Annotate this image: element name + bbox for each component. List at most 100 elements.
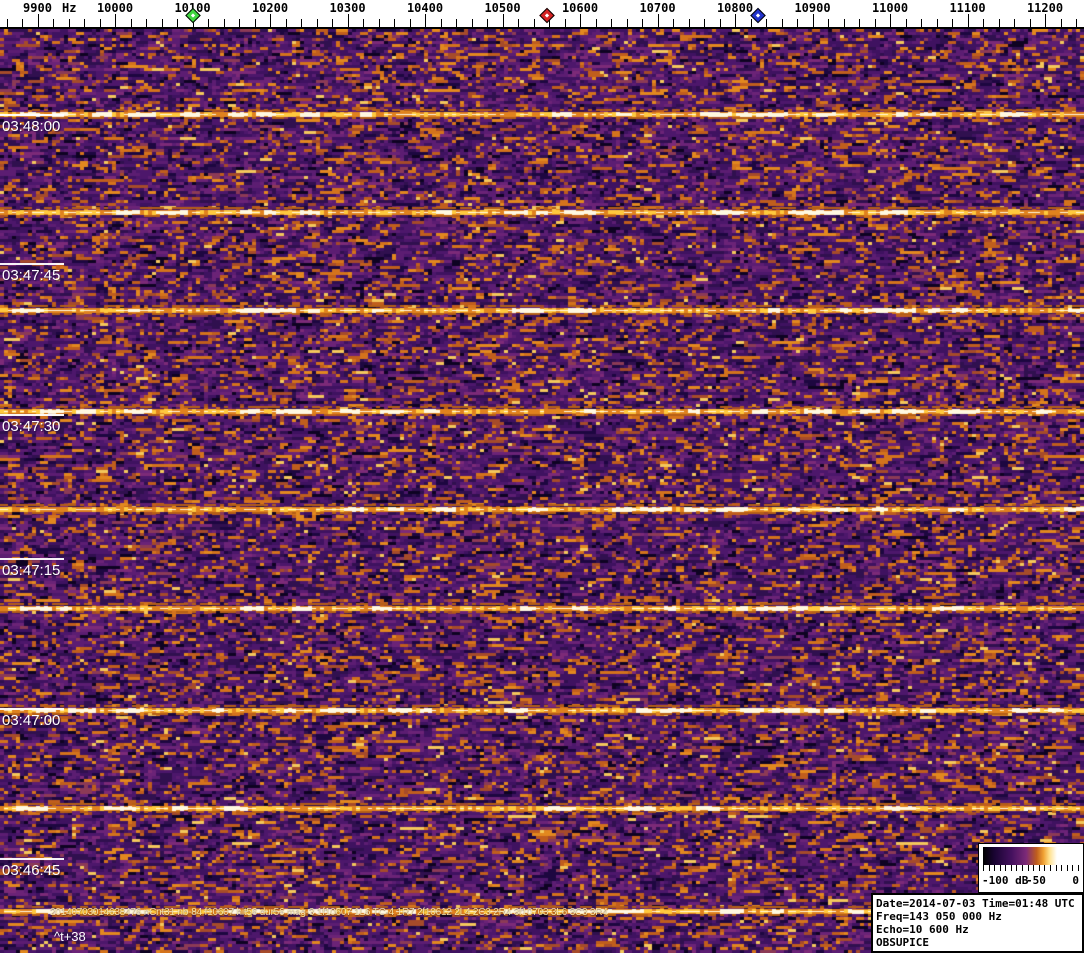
freq-label: 10500	[484, 1, 521, 15]
freq-tick	[1014, 19, 1015, 27]
freq-tick	[1045, 14, 1046, 27]
freq-tick	[410, 19, 411, 27]
freq-tick	[301, 19, 302, 27]
freq-tick	[394, 19, 395, 27]
freq-tick	[952, 19, 953, 27]
color-gradient-bar	[983, 847, 1079, 865]
freq-label: 9900	[23, 1, 52, 15]
freq-tick	[472, 19, 473, 27]
freq-tick	[503, 14, 504, 27]
legend-tick	[1061, 865, 1063, 871]
legend-tick	[999, 865, 1001, 871]
freq-tick	[720, 19, 721, 27]
freq-tick	[131, 19, 132, 27]
freq-tick	[177, 19, 178, 27]
freq-tick	[766, 19, 767, 27]
legend-label-max: 0	[1072, 874, 1079, 887]
freq-label: 10300	[329, 1, 366, 15]
freq-tick	[7, 19, 8, 27]
freq-unit-label: Hz	[62, 1, 77, 15]
freq-tick	[84, 19, 85, 27]
legend-tick	[1077, 865, 1079, 871]
legend-tick	[1066, 865, 1068, 871]
freq-tick	[115, 14, 116, 27]
legend-tick	[1055, 865, 1057, 871]
legend-tick	[1038, 865, 1040, 871]
freq-label: 11100	[949, 1, 986, 15]
freq-tick	[38, 14, 39, 27]
frequency-ruler: 9900100001010010200103001040010500106001…	[0, 0, 1084, 29]
freq-tick	[1061, 19, 1062, 27]
legend-tick	[1044, 865, 1046, 871]
legend-tick	[1022, 865, 1024, 871]
freq-tick	[689, 19, 690, 27]
freq-tick	[937, 19, 938, 27]
freq-tick	[224, 19, 225, 27]
freq-tick	[317, 19, 318, 27]
marker-center-dot	[190, 13, 195, 18]
freq-tick	[565, 19, 566, 27]
freq-label: 10600	[561, 1, 599, 15]
freq-tick	[456, 19, 457, 27]
freq-tick	[782, 19, 783, 27]
legend-tick	[1049, 865, 1051, 871]
freq-tick	[735, 14, 736, 27]
freq-tick	[255, 19, 256, 27]
freq-tick	[1030, 19, 1031, 27]
legend-tick	[983, 865, 984, 871]
freq-tick	[518, 19, 519, 27]
info-station-line: OBSUPICE	[876, 936, 929, 949]
spectrogram-app: 9900100001010010200103001040010500106001…	[0, 0, 1084, 953]
freq-label: 10800	[716, 1, 754, 15]
freq-tick	[441, 19, 442, 27]
spectrogram-canvas[interactable]	[0, 29, 1084, 953]
freq-tick	[875, 19, 876, 27]
freq-label: 10900	[794, 1, 831, 15]
freq-tick	[348, 14, 349, 27]
freq-tick	[534, 19, 535, 27]
freq-tick	[983, 19, 984, 27]
legend-tick	[1016, 865, 1018, 871]
freq-tick	[208, 19, 209, 27]
freq-tick	[704, 19, 705, 27]
freq-tick	[487, 19, 488, 27]
freq-tick	[379, 19, 380, 27]
info-echo-line: Echo=10 600 Hz	[876, 923, 969, 936]
freq-tick	[100, 19, 101, 27]
legend-tick	[994, 865, 996, 871]
red-marker-diamond[interactable]	[538, 7, 555, 24]
freq-tick	[999, 19, 1000, 27]
freq-label: 10700	[639, 1, 676, 15]
legend-label-min: -100 dB	[982, 874, 1029, 887]
freq-tick	[1076, 19, 1077, 27]
freq-tick	[286, 19, 287, 27]
freq-tick	[22, 19, 23, 27]
freq-tick	[813, 14, 814, 27]
observation-info-box: Date=2014-07-03 Time=01:48 UTC Freq=143 …	[871, 893, 1084, 953]
freq-tick	[797, 19, 798, 27]
freq-tick	[53, 19, 54, 27]
freq-tick	[859, 19, 860, 27]
freq-tick	[642, 19, 643, 27]
freq-tick	[751, 19, 752, 27]
marker-center-dot	[544, 13, 549, 18]
freq-tick	[146, 19, 147, 27]
color-scale-legend: -100 dB -50 0	[978, 843, 1084, 893]
legend-tick	[1033, 865, 1035, 871]
freq-label: 11200	[1026, 1, 1064, 15]
freq-tick	[658, 14, 659, 27]
freq-tick	[627, 19, 628, 27]
freq-tick	[162, 19, 163, 27]
legend-label-mid: -50	[1026, 874, 1046, 887]
freq-tick	[968, 14, 969, 27]
freq-tick	[69, 19, 70, 27]
freq-label: 10000	[96, 1, 134, 15]
freq-tick	[239, 19, 240, 27]
freq-tick	[611, 19, 612, 27]
freq-tick	[425, 14, 426, 27]
freq-label: 11000	[871, 1, 909, 15]
freq-tick	[828, 19, 829, 27]
freq-tick	[580, 14, 581, 27]
freq-tick	[270, 14, 271, 27]
freq-label: 10200	[251, 1, 289, 15]
